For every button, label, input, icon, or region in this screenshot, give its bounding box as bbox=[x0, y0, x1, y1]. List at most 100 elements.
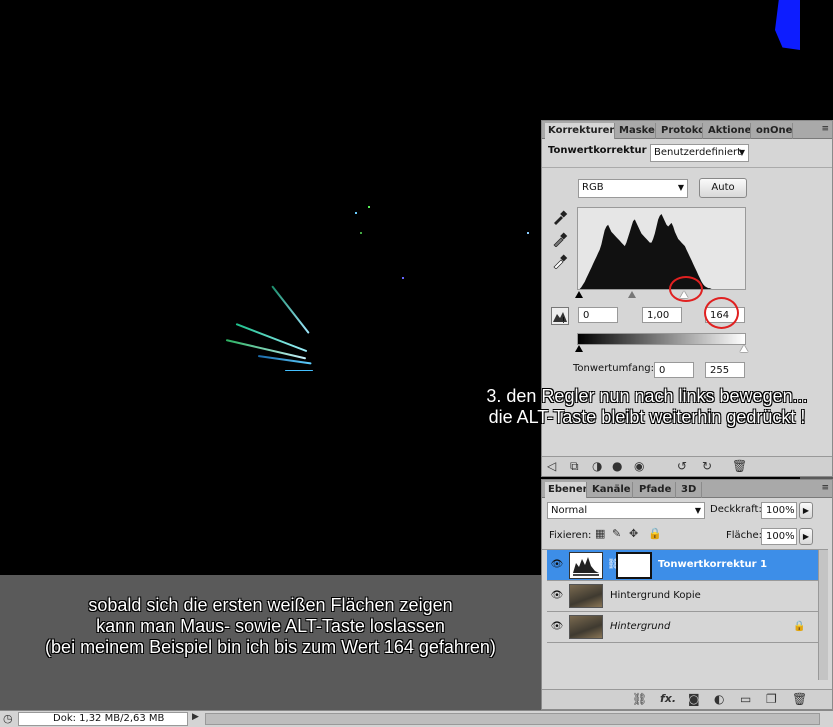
input-gamma-field[interactable]: 1,00 bbox=[642, 307, 682, 323]
layer-row-tonwertkorrektur[interactable]: 👁 ⛓ Tonwertkorrektur 1 bbox=[547, 550, 827, 581]
trash-icon[interactable]: 🗑 bbox=[792, 692, 807, 706]
opacity-field[interactable]: 100% bbox=[761, 502, 797, 519]
highlight-circle bbox=[704, 297, 739, 329]
lock-all-icon[interactable]: 🔒 bbox=[648, 527, 662, 540]
link-layers-icon[interactable]: ⛓ bbox=[632, 692, 647, 706]
layer-name: Tonwertkorrektur 1 bbox=[658, 559, 768, 570]
adjustments-tabbar: Korrekturen Masken Protokol Aktionen onO… bbox=[542, 121, 832, 139]
layer-row-hintergrund-kopie[interactable]: 👁 Hintergrund Kopie bbox=[547, 581, 827, 612]
layer-row-hintergrund[interactable]: 👁 Hintergrund 🔒 bbox=[547, 612, 827, 643]
output-black-field[interactable]: 0 bbox=[654, 362, 694, 378]
image-streak bbox=[271, 285, 310, 334]
caption-line: sobald sich die ersten weißen Flächen ze… bbox=[88, 595, 453, 615]
tab-kanaele[interactable]: Kanäle bbox=[589, 482, 633, 498]
adjustment-layer-icon bbox=[569, 552, 603, 579]
layer-mask-thumbnail[interactable] bbox=[616, 552, 652, 579]
eye-icon[interactable]: 👁 bbox=[550, 590, 564, 602]
new-layer-icon[interactable]: ❐ bbox=[766, 692, 777, 706]
image-dot bbox=[355, 212, 357, 214]
output-black-slider[interactable] bbox=[575, 345, 583, 352]
histogram bbox=[577, 207, 746, 290]
panel-menu-icon[interactable]: ≡ bbox=[821, 483, 829, 493]
fill-label: Fläche: bbox=[726, 530, 763, 541]
status-info-icon[interactable]: ◷ bbox=[3, 712, 13, 725]
chevron-down-icon: ▼ bbox=[677, 183, 684, 192]
layer-list: 👁 ⛓ Tonwertkorrektur 1 👁 Hintergrund Kop… bbox=[542, 549, 828, 680]
output-levels-label: Tonwertumfang: bbox=[573, 363, 655, 374]
eye-icon[interactable]: 👁 bbox=[550, 621, 564, 633]
trash-icon[interactable]: 🗑 bbox=[732, 459, 747, 473]
opacity-arrow-button[interactable]: ▶ bbox=[799, 502, 813, 519]
tab-korrekturen[interactable]: Korrekturen bbox=[545, 123, 615, 139]
back-arrow-icon[interactable]: ◁ bbox=[547, 459, 556, 473]
layer-thumbnail bbox=[569, 584, 603, 608]
tab-protokoll[interactable]: Protokol bbox=[658, 123, 703, 139]
tab-aktionen[interactable]: Aktionen bbox=[705, 123, 751, 139]
image-dot bbox=[402, 277, 404, 279]
panel-menu-icon[interactable]: ≡ bbox=[821, 124, 829, 134]
white-point-eyedropper-icon[interactable] bbox=[552, 253, 568, 272]
fill-arrow-button[interactable]: ▶ bbox=[799, 528, 813, 545]
layers-panel: Ebenen Kanäle Pfade 3D ≡ Normal ▼ Deckkr… bbox=[541, 479, 833, 710]
new-adjustment-icon[interactable]: ◐ bbox=[714, 692, 724, 706]
horizontal-scrollbar[interactable] bbox=[205, 713, 820, 725]
tab-ebenen[interactable]: Ebenen bbox=[545, 482, 587, 498]
adjustment-title: Tonwertkorrektur bbox=[548, 145, 647, 156]
layer-name: Hintergrund Kopie bbox=[610, 590, 701, 601]
output-white-field[interactable]: 255 bbox=[705, 362, 745, 378]
image-dot bbox=[527, 232, 529, 234]
output-white-slider[interactable] bbox=[740, 345, 748, 352]
preset-value: Benutzerdefiniert bbox=[654, 147, 742, 158]
black-point-slider[interactable] bbox=[575, 291, 583, 298]
layers-tabbar: Ebenen Kanäle Pfade 3D ≡ bbox=[542, 480, 832, 498]
black-point-eyedropper-icon[interactable] bbox=[552, 209, 568, 228]
lock-pixels-icon[interactable]: ✎ bbox=[612, 527, 621, 540]
reset-icon[interactable]: ↺ bbox=[677, 459, 687, 473]
opacity-label: Deckkraft: bbox=[710, 504, 762, 515]
tab-pfade[interactable]: Pfade bbox=[636, 482, 676, 498]
panel-divider bbox=[542, 167, 832, 168]
fx-icon[interactable]: fx. bbox=[660, 692, 676, 705]
tab-3d[interactable]: 3D bbox=[678, 482, 702, 498]
channel-dropdown[interactable]: RGB ▼ bbox=[578, 179, 688, 198]
add-mask-icon[interactable]: ◙ bbox=[688, 692, 700, 706]
layer-name: Hintergrund bbox=[610, 621, 671, 632]
svg-text:!: ! bbox=[562, 316, 565, 324]
histogram-graph bbox=[578, 214, 745, 289]
refresh-icon[interactable]: ↻ bbox=[702, 459, 712, 473]
input-black-field[interactable]: 0 bbox=[578, 307, 618, 323]
tab-masken[interactable]: Masken bbox=[616, 123, 656, 139]
previous-state-icon[interactable]: ◉ bbox=[634, 459, 644, 473]
tab-onone[interactable]: onOne bbox=[753, 123, 793, 139]
image-streak bbox=[285, 370, 313, 371]
view-state-icon[interactable]: ◑ bbox=[592, 459, 602, 473]
histogram-shape bbox=[578, 214, 745, 289]
layer-thumbnail bbox=[569, 615, 603, 639]
caption-line: die ALT-Taste bleibt weiterhin gedrückt … bbox=[488, 407, 806, 427]
status-bar: ◷ Dok: 1,32 MB/2,63 MB ▶ bbox=[0, 710, 833, 727]
layers-footer: ⛓ fx. ◙ ◐ ▭ ❐ 🗑 bbox=[542, 689, 832, 709]
caption-line: kann man Maus- sowie ALT-Taste loslassen bbox=[96, 616, 445, 636]
gamma-slider[interactable] bbox=[628, 291, 636, 298]
blend-mode-dropdown[interactable]: Normal ▼ bbox=[547, 502, 705, 519]
eye-icon[interactable]: 👁 bbox=[550, 559, 564, 571]
fill-field[interactable]: 100% bbox=[761, 528, 797, 545]
caption-line: (bei meinem Beispiel bin ich bis zum Wer… bbox=[45, 637, 496, 657]
auto-button[interactable]: Auto bbox=[699, 178, 747, 198]
preset-dropdown[interactable]: Benutzerdefiniert ▼ bbox=[650, 144, 749, 162]
lock-label: Fixieren: bbox=[549, 530, 592, 541]
chevron-down-icon: ▼ bbox=[738, 148, 745, 157]
status-menu-arrow-icon[interactable]: ▶ bbox=[192, 712, 199, 722]
lock-icon: 🔒 bbox=[793, 621, 806, 632]
lock-position-icon[interactable]: ✥ bbox=[629, 527, 638, 540]
clip-to-layer-icon[interactable]: ⧉ bbox=[570, 459, 579, 474]
lock-transparency-icon[interactable]: ▦ bbox=[595, 527, 605, 540]
visibility-icon[interactable]: ● bbox=[612, 459, 622, 473]
channel-value: RGB bbox=[582, 182, 604, 193]
gray-point-eyedropper-icon[interactable] bbox=[552, 231, 568, 250]
clipping-warning-icon[interactable]: ! bbox=[551, 307, 569, 325]
new-group-icon[interactable]: ▭ bbox=[740, 692, 751, 706]
highlight-circle bbox=[669, 276, 703, 302]
image-dot bbox=[360, 232, 362, 234]
layers-scrollbar[interactable] bbox=[818, 550, 828, 680]
